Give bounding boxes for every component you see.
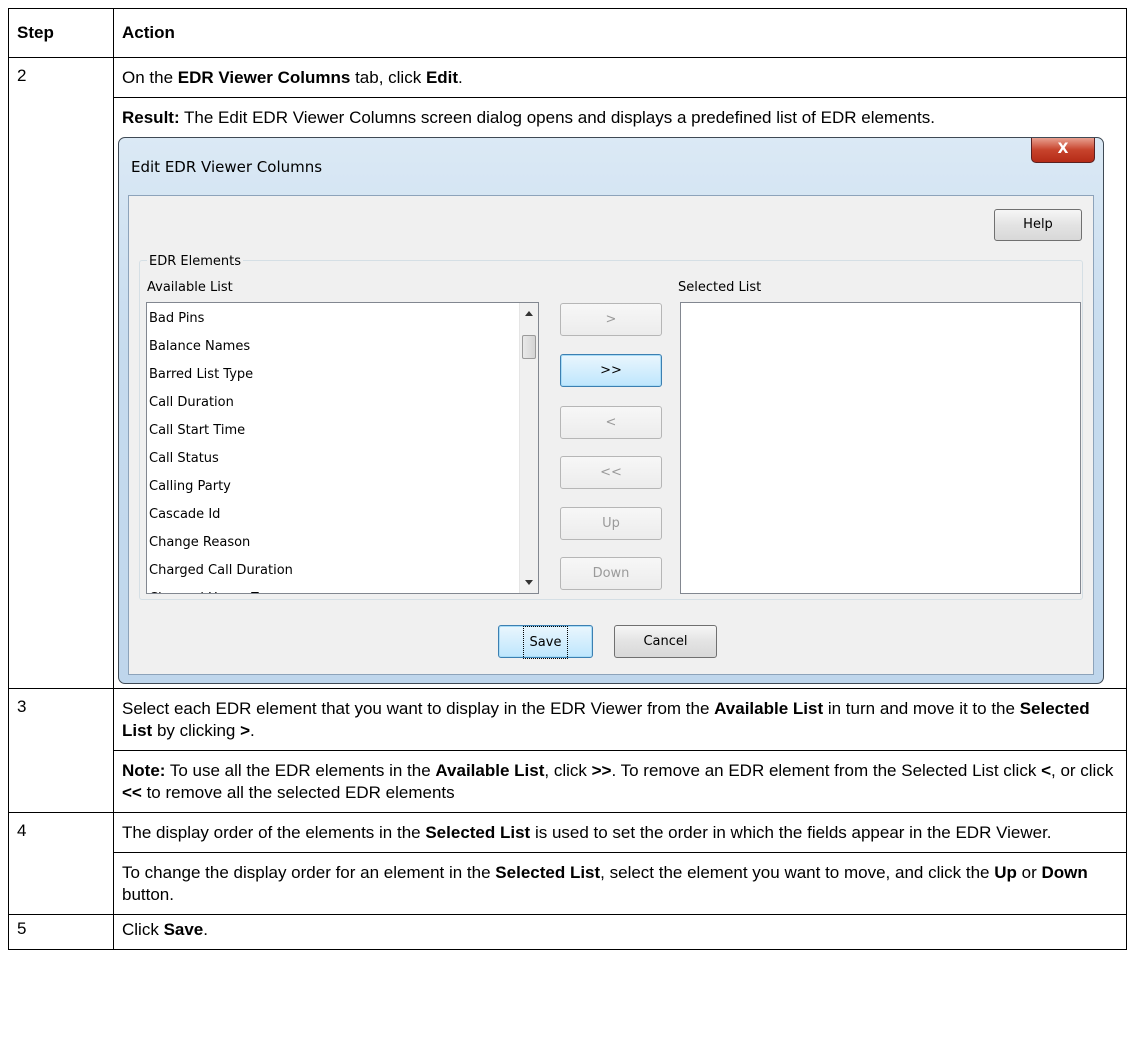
result-text: Result: The Edit EDR Viewer Columns scre… bbox=[114, 97, 1126, 137]
instruction-text: The display order of the elements in the… bbox=[122, 823, 1052, 842]
procedure-table: Step Action 2 On the EDR Viewer Columns … bbox=[8, 8, 1127, 950]
header-row: Step Action bbox=[8, 8, 1127, 58]
list-item[interactable]: Call Start Time bbox=[149, 417, 518, 445]
step-header: Step bbox=[8, 8, 114, 58]
action-cell: On the EDR Viewer Columns tab, click Edi… bbox=[113, 57, 1127, 689]
dialog-title: Edit EDR Viewer Columns bbox=[131, 158, 323, 176]
scroll-down-arrow-icon[interactable] bbox=[525, 580, 533, 585]
action-cell: Select each EDR element that you want to… bbox=[113, 688, 1127, 813]
table-row: 4 The display order of the elements in t… bbox=[8, 812, 1127, 915]
add-button[interactable]: > bbox=[560, 303, 662, 336]
step-number: 5 bbox=[8, 914, 114, 950]
list-item[interactable]: Barred List Type bbox=[149, 361, 518, 389]
selected-list[interactable] bbox=[680, 302, 1081, 594]
action-cell: The display order of the elements in the… bbox=[113, 812, 1127, 915]
table-row: 2 On the EDR Viewer Columns tab, click E… bbox=[8, 57, 1127, 689]
list-item[interactable]: Call Duration bbox=[149, 389, 518, 417]
group-label: EDR Elements bbox=[147, 251, 243, 273]
list-item[interactable]: Bad Pins bbox=[149, 305, 518, 333]
save-button[interactable]: Save bbox=[498, 625, 593, 659]
available-list-items: Bad Pins Balance Names Barred List Type Cal… bbox=[149, 305, 518, 593]
dialog-body: Help EDR Elements Available List Selecte… bbox=[128, 195, 1094, 675]
list-item[interactable]: Balance Names bbox=[149, 333, 518, 361]
list-item[interactable]: Charged Home Zone bbox=[149, 585, 518, 593]
save-button-label: Save bbox=[522, 626, 569, 659]
action-header: Action bbox=[113, 8, 1127, 58]
up-button[interactable]: Up bbox=[560, 507, 662, 540]
down-button[interactable]: Down bbox=[560, 557, 662, 590]
instruction-text: Select each EDR element that you want to… bbox=[122, 699, 1090, 740]
instruction-text: Click Save. bbox=[122, 920, 208, 939]
step-number: 3 bbox=[8, 688, 114, 813]
step-number: 2 bbox=[8, 57, 114, 689]
instruction-text: On the EDR Viewer Columns tab, click Edi… bbox=[122, 68, 463, 87]
close-button[interactable]: X bbox=[1031, 138, 1095, 163]
list-item[interactable]: Cascade Id bbox=[149, 501, 518, 529]
note-text: Note: To use all the EDR elements in the… bbox=[114, 750, 1126, 812]
scrollbar[interactable] bbox=[519, 303, 538, 593]
list-item[interactable]: Charged Call Duration bbox=[149, 557, 518, 585]
cancel-button[interactable]: Cancel bbox=[614, 625, 717, 658]
scroll-thumb[interactable] bbox=[522, 335, 536, 359]
list-item[interactable]: Change Reason bbox=[149, 529, 518, 557]
remove-button[interactable]: < bbox=[560, 406, 662, 439]
scroll-up-arrow-icon[interactable] bbox=[525, 311, 533, 316]
list-item[interactable]: Calling Party bbox=[149, 473, 518, 501]
instruction-text: To change the display order for an eleme… bbox=[114, 852, 1126, 914]
edit-edr-viewer-columns-dialog: Edit EDR Viewer Columns X Help EDR Eleme… bbox=[118, 137, 1104, 684]
list-item[interactable]: Call Status bbox=[149, 445, 518, 473]
selected-list-label: Selected List bbox=[678, 280, 762, 295]
help-button[interactable]: Help bbox=[994, 209, 1082, 241]
available-list-label: Available List bbox=[147, 280, 233, 295]
add-all-button[interactable]: >> bbox=[560, 354, 662, 387]
table-row: 3 Select each EDR element that you want … bbox=[8, 688, 1127, 813]
remove-all-button[interactable]: << bbox=[560, 456, 662, 489]
available-list[interactable]: Bad Pins Balance Names Barred List Type Cal… bbox=[146, 302, 539, 594]
action-cell: Click Save. bbox=[113, 914, 1127, 950]
step-number: 4 bbox=[8, 812, 114, 915]
table-row: 5 Click Save. bbox=[8, 914, 1127, 950]
